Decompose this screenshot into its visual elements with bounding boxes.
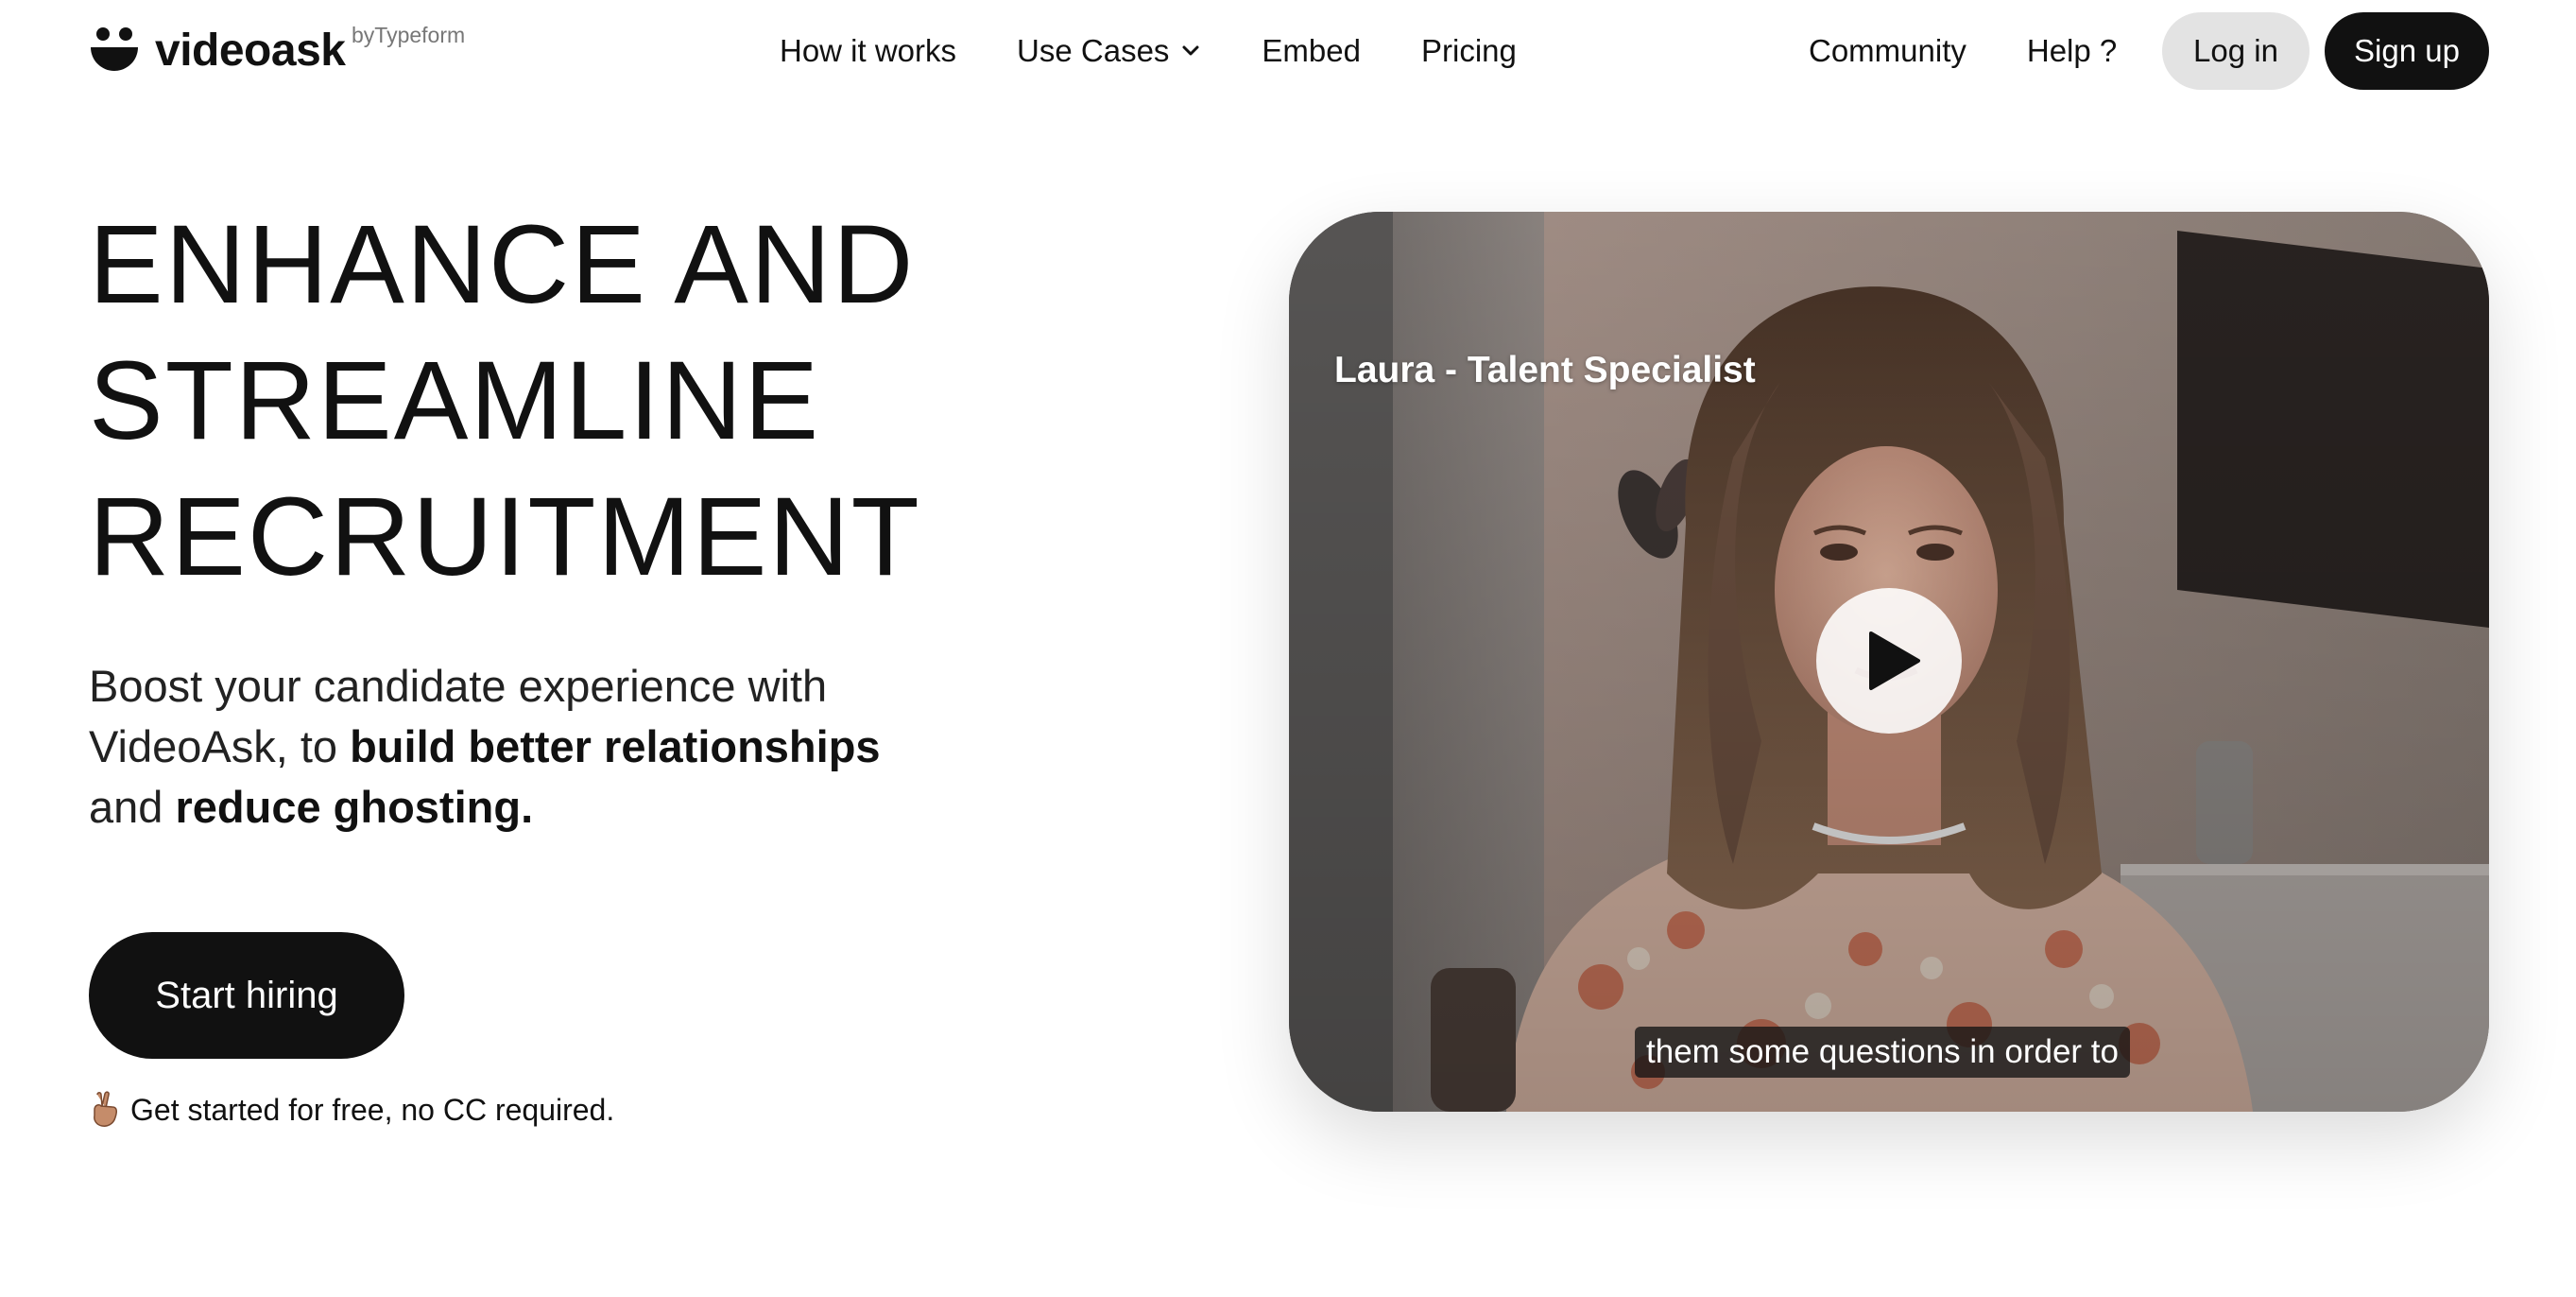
nav-label: How it works [780,33,957,68]
hero-title: ENHANCE AND STREAMLINE RECRUITMENT [89,197,921,605]
nav-label: Community [1809,33,1966,68]
nav-help[interactable]: Help ? [2027,33,2117,69]
site-header: videoask byTypeform How it works Use Cas… [0,0,2576,102]
hero-title-line: RECRUITMENT [89,475,921,599]
subtitle-bold: reduce ghosting. [175,782,534,832]
main-nav: How it works Use Cases Embed Pricing [780,26,1517,76]
nav-embed[interactable]: Embed [1262,33,1361,69]
victory-hand-icon [94,1091,117,1127]
hero-title-line: ENHANCE AND [89,202,916,327]
logo-by-typeform: byTypeform [352,23,466,47]
video-player[interactable]: Laura - Talent Specialist them some ques… [1289,212,2489,1112]
free-note-text: Get started for free, no CC required. [130,1092,615,1127]
start-hiring-button[interactable]: Start hiring [89,932,404,1059]
nav-label: Use Cases [1017,33,1170,68]
secondary-nav: Community Help ? [1809,26,2177,76]
free-note: Get started for free, no CC required. [89,1091,614,1129]
nav-label: Pricing [1420,33,1517,68]
nav-label: Embed [1262,33,1361,68]
nav-label: Help ? [2026,33,2118,68]
nav-how-it-works[interactable]: How it works [780,33,956,69]
subtitle-bold: build better relationships [350,721,881,771]
speaker-label: Laura - Talent Specialist [1334,350,1756,390]
nav-use-cases[interactable]: Use Cases [1017,33,1201,69]
videoask-logo[interactable]: videoask byTypeform [89,17,465,83]
logo-text: videoask [155,25,346,76]
nav-pricing[interactable]: Pricing [1421,33,1517,69]
hero-title-line: STREAMLINE [89,338,821,463]
chevron-down-icon [1182,45,1199,56]
video-caption: them some questions in order to [1635,1027,2130,1078]
play-button[interactable] [1816,588,1962,734]
signup-button[interactable]: Sign up [2325,12,2489,90]
nav-community[interactable]: Community [1809,33,1966,69]
login-button[interactable]: Log in [2162,12,2310,90]
videoask-logo-icon [91,27,138,71]
play-icon [1869,631,1920,690]
subtitle-text: and [89,782,176,832]
hero-subtitle: Boost your candidate experience with Vid… [89,656,939,838]
